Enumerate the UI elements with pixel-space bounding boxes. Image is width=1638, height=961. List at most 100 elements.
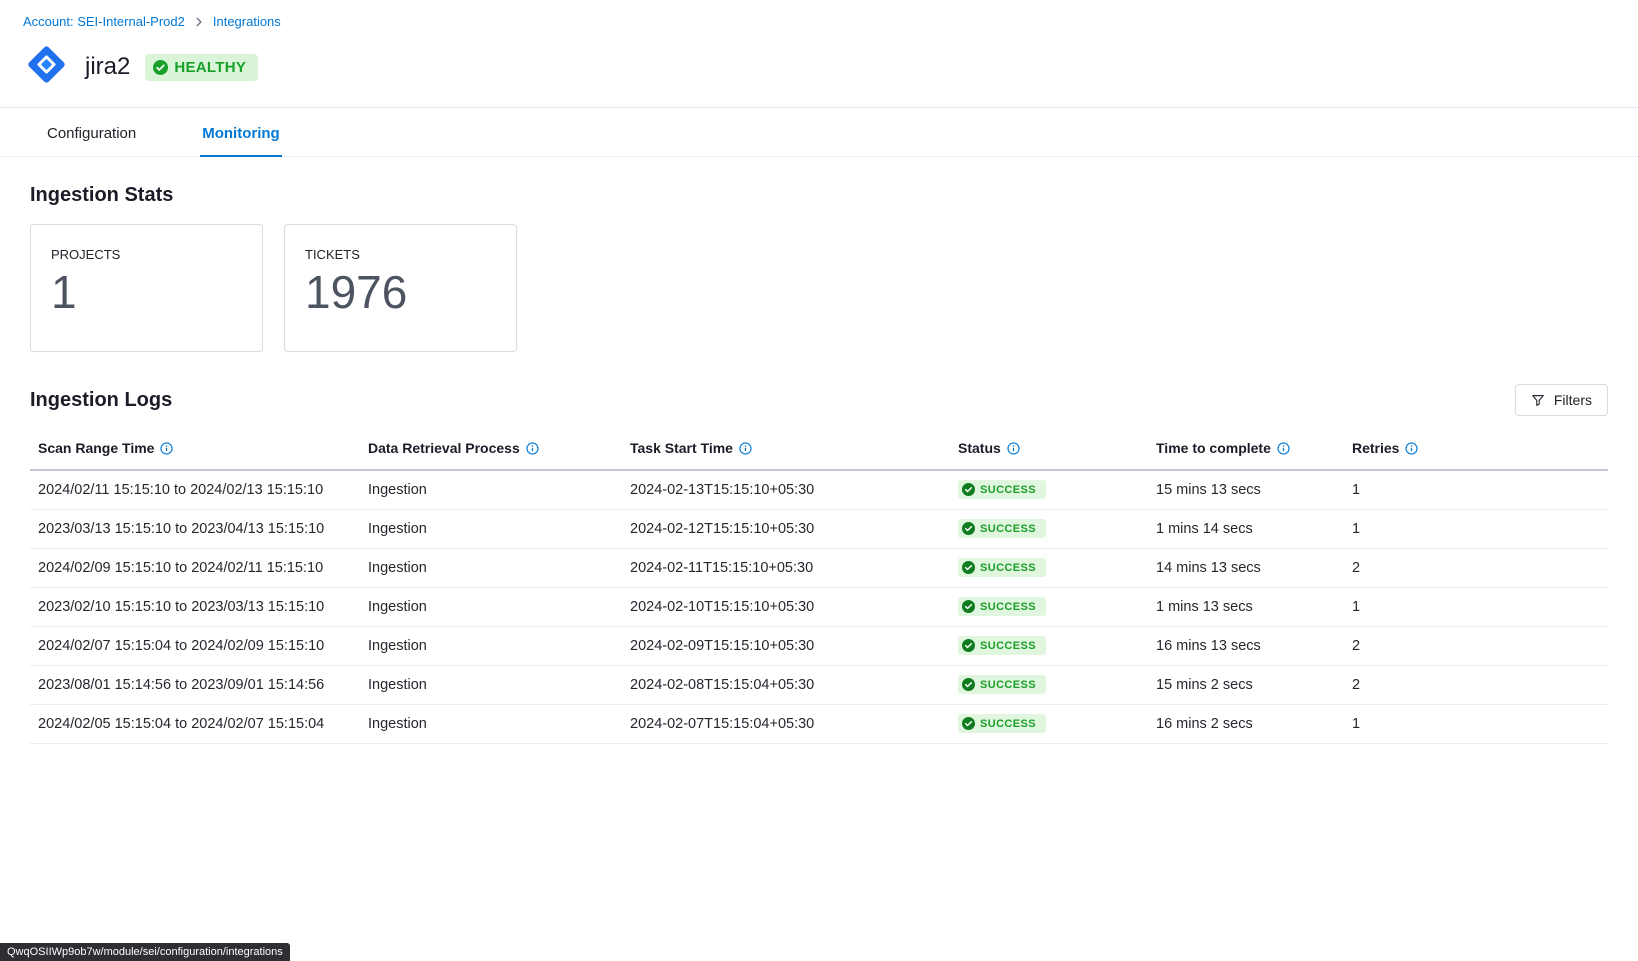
stat-value: 1	[51, 266, 242, 319]
filters-button[interactable]: Filters	[1515, 384, 1608, 416]
jira-logo-icon	[23, 41, 70, 93]
status-badge: HEALTHY	[145, 54, 258, 81]
success-badge: SUCCESS	[958, 714, 1046, 733]
process-cell: Ingestion	[360, 549, 622, 588]
check-circle-icon	[962, 639, 975, 652]
col-header-process: Data Retrieval Process	[360, 430, 622, 470]
stat-value: 1976	[305, 266, 496, 319]
scan-range-cell: 2023/08/01 15:14:56 to 2023/09/01 15:14:…	[30, 666, 360, 705]
process-cell: Ingestion	[360, 666, 622, 705]
tab-bar: Configuration Monitoring	[0, 108, 1638, 157]
check-circle-icon	[962, 522, 975, 535]
retries-cell: 2	[1344, 666, 1608, 705]
process-cell: Ingestion	[360, 705, 622, 744]
time-to-complete-cell: 15 mins 2 secs	[1148, 666, 1344, 705]
task-start-cell: 2024-02-12T15:15:10+05:30	[622, 510, 950, 549]
integration-title-row: jira2 HEALTHY	[23, 41, 1638, 93]
projects-stat-card: PROJECTS 1	[30, 224, 263, 352]
ingestion-logs-header: Ingestion Logs Filters	[30, 384, 1608, 416]
retries-cell: 1	[1344, 470, 1608, 510]
success-badge: SUCCESS	[958, 675, 1046, 694]
status-cell: SUCCESS	[950, 705, 1148, 744]
scan-range-cell: 2024/02/09 15:15:10 to 2024/02/11 15:15:…	[30, 549, 360, 588]
process-cell: Ingestion	[360, 588, 622, 627]
status-cell: SUCCESS	[950, 627, 1148, 666]
tab-configuration[interactable]: Configuration	[45, 108, 138, 156]
table-row[interactable]: 2024/02/09 15:15:10 to 2024/02/11 15:15:…	[30, 549, 1608, 588]
page-title: jira2	[85, 53, 130, 81]
retries-cell: 1	[1344, 510, 1608, 549]
tab-monitoring[interactable]: Monitoring	[200, 108, 281, 157]
table-row[interactable]: 2023/08/01 15:14:56 to 2023/09/01 15:14:…	[30, 666, 1608, 705]
info-icon[interactable]	[526, 442, 539, 455]
col-header-task-start: Task Start Time	[622, 430, 950, 470]
col-header-retries: Retries	[1344, 430, 1608, 470]
ingestion-logs-table: Scan Range Time Data Retrieval Process T…	[30, 430, 1608, 744]
table-header-row: Scan Range Time Data Retrieval Process T…	[30, 430, 1608, 470]
status-cell: SUCCESS	[950, 510, 1148, 549]
success-badge: SUCCESS	[958, 558, 1046, 577]
info-icon[interactable]	[1007, 442, 1020, 455]
retries-cell: 2	[1344, 627, 1608, 666]
scan-range-cell: 2024/02/11 15:15:10 to 2024/02/13 15:15:…	[30, 470, 360, 510]
success-badge: SUCCESS	[958, 636, 1046, 655]
task-start-cell: 2024-02-10T15:15:10+05:30	[622, 588, 950, 627]
task-start-cell: 2024-02-08T15:15:04+05:30	[622, 666, 950, 705]
scan-range-cell: 2023/02/10 15:15:10 to 2023/03/13 15:15:…	[30, 588, 360, 627]
retries-cell: 1	[1344, 588, 1608, 627]
check-circle-icon	[962, 600, 975, 613]
table-row[interactable]: 2023/03/13 15:15:10 to 2023/04/13 15:15:…	[30, 510, 1608, 549]
process-cell: Ingestion	[360, 627, 622, 666]
retries-cell: 2	[1344, 549, 1608, 588]
table-row[interactable]: 2024/02/07 15:15:04 to 2024/02/09 15:15:…	[30, 627, 1608, 666]
scan-range-cell: 2023/03/13 15:15:10 to 2023/04/13 15:15:…	[30, 510, 360, 549]
task-start-cell: 2024-02-09T15:15:10+05:30	[622, 627, 950, 666]
task-start-cell: 2024-02-13T15:15:10+05:30	[622, 470, 950, 510]
col-header-status: Status	[950, 430, 1148, 470]
time-to-complete-cell: 15 mins 13 secs	[1148, 470, 1344, 510]
info-icon[interactable]	[1405, 442, 1418, 455]
status-cell: SUCCESS	[950, 470, 1148, 510]
check-circle-icon	[153, 60, 168, 75]
process-cell: Ingestion	[360, 470, 622, 510]
table-row[interactable]: 2023/02/10 15:15:10 to 2023/03/13 15:15:…	[30, 588, 1608, 627]
time-to-complete-cell: 16 mins 2 secs	[1148, 705, 1344, 744]
info-icon[interactable]	[160, 442, 173, 455]
col-header-time-to-complete: Time to complete	[1148, 430, 1344, 470]
filter-icon	[1531, 393, 1545, 407]
stats-cards: PROJECTS 1 TICKETS 1976	[30, 224, 1608, 352]
time-to-complete-cell: 1 mins 13 secs	[1148, 588, 1344, 627]
chevron-right-icon	[194, 17, 204, 27]
table-row[interactable]: 2024/02/05 15:15:04 to 2024/02/07 15:15:…	[30, 705, 1608, 744]
scan-range-cell: 2024/02/05 15:15:04 to 2024/02/07 15:15:…	[30, 705, 360, 744]
breadcrumb-integrations-link[interactable]: Integrations	[213, 14, 281, 29]
main-content: Ingestion Stats PROJECTS 1 TICKETS 1976 …	[0, 184, 1638, 744]
info-icon[interactable]	[1277, 442, 1290, 455]
breadcrumb-account-link[interactable]: Account: SEI-Internal-Prod2	[23, 14, 185, 29]
tickets-stat-card: TICKETS 1976	[284, 224, 517, 352]
check-circle-icon	[962, 561, 975, 574]
time-to-complete-cell: 16 mins 13 secs	[1148, 627, 1344, 666]
status-cell: SUCCESS	[950, 666, 1148, 705]
breadcrumb: Account: SEI-Internal-Prod2 Integrations	[23, 14, 1638, 29]
ingestion-logs-title: Ingestion Logs	[30, 389, 172, 412]
success-badge: SUCCESS	[958, 480, 1046, 499]
ingestion-stats-title: Ingestion Stats	[30, 184, 1608, 207]
process-cell: Ingestion	[360, 510, 622, 549]
info-icon[interactable]	[739, 442, 752, 455]
check-circle-icon	[962, 717, 975, 730]
check-circle-icon	[962, 483, 975, 496]
retries-cell: 1	[1344, 705, 1608, 744]
status-cell: SUCCESS	[950, 588, 1148, 627]
task-start-cell: 2024-02-07T15:15:04+05:30	[622, 705, 950, 744]
check-circle-icon	[962, 678, 975, 691]
integration-monitoring-page: Account: SEI-Internal-Prod2 Integrations…	[0, 0, 1638, 961]
table-row[interactable]: 2024/02/11 15:15:10 to 2024/02/13 15:15:…	[30, 470, 1608, 510]
page-header: Account: SEI-Internal-Prod2 Integrations…	[0, 0, 1638, 108]
task-start-cell: 2024-02-11T15:15:10+05:30	[622, 549, 950, 588]
stat-label: TICKETS	[305, 247, 496, 262]
col-header-scan-range: Scan Range Time	[30, 430, 360, 470]
stat-label: PROJECTS	[51, 247, 242, 262]
link-preview-statusbar: QwqOSIIWp9ob7w/module/sei/configuration/…	[0, 943, 290, 961]
time-to-complete-cell: 14 mins 13 secs	[1148, 549, 1344, 588]
